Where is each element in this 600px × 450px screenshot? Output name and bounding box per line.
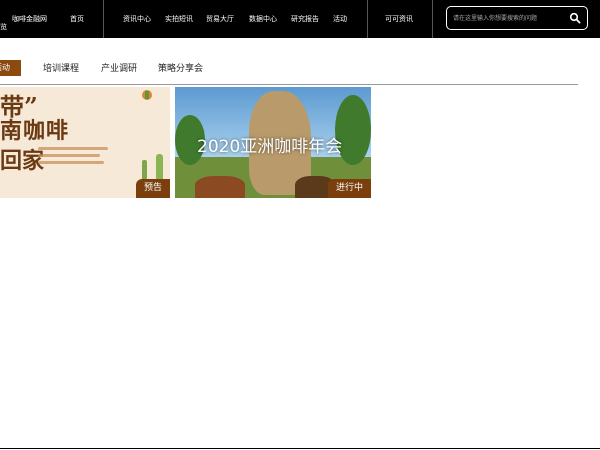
brand-fragment: 览 bbox=[0, 23, 7, 31]
site-brand-link[interactable]: 咖啡金融网 bbox=[12, 14, 47, 24]
tab-events[interactable]: 活动 bbox=[0, 60, 21, 76]
nav-events-link[interactable]: 活动 bbox=[333, 14, 347, 24]
nav-trade-hall-link[interactable]: 贸易大厅 bbox=[206, 14, 234, 24]
poster-fine-print bbox=[38, 154, 100, 157]
tab-training-courses[interactable]: 培训课程 bbox=[43, 63, 79, 75]
top-navigation-bar: 览 咖啡金融网 首页 资讯中心 实拍短讯 贸易大厅 数据中心 研究报告 活动 可… bbox=[0, 0, 600, 38]
poster-shrub bbox=[195, 176, 245, 198]
search-icon[interactable] bbox=[569, 12, 581, 24]
organizer-logo-icon bbox=[142, 90, 152, 100]
status-badge: 预告 bbox=[135, 179, 170, 198]
tab-industry-research[interactable]: 产业调研 bbox=[101, 63, 137, 75]
cactus-illustration-icon bbox=[142, 154, 163, 182]
poster-fine-print bbox=[38, 161, 104, 164]
event-title: 2020亚洲咖啡年会 bbox=[197, 137, 343, 157]
tab-underline-divider bbox=[0, 84, 578, 85]
tab-strategy-sharing[interactable]: 策略分享会 bbox=[158, 63, 203, 75]
poster-fine-print bbox=[38, 147, 108, 150]
poster-headline-line1: 南咖啡 bbox=[0, 119, 70, 144]
nav-news-center-link[interactable]: 资讯中心 bbox=[123, 14, 151, 24]
nav-data-center-link[interactable]: 数据中心 bbox=[249, 14, 277, 24]
search-input[interactable] bbox=[453, 12, 567, 25]
nav-divider bbox=[103, 0, 104, 38]
search-box bbox=[446, 6, 588, 30]
nav-home-link[interactable]: 首页 bbox=[70, 14, 84, 24]
nav-research-reports-link[interactable]: 研究报告 bbox=[291, 14, 319, 24]
event-card-yunnan-coffee[interactable]: 带” 南咖啡 回家 预告 bbox=[0, 87, 170, 198]
nav-cocoa-news-link[interactable]: 可可资讯 bbox=[385, 14, 413, 24]
page-bottom-border bbox=[0, 448, 600, 449]
nav-divider bbox=[432, 0, 433, 38]
status-badge: 进行中 bbox=[327, 179, 371, 198]
nav-field-reports-link[interactable]: 实拍短讯 bbox=[165, 14, 193, 24]
nav-divider bbox=[367, 0, 368, 38]
event-card-asia-coffee-conference[interactable]: 2020亚洲咖啡年会 进行中 bbox=[175, 87, 371, 198]
